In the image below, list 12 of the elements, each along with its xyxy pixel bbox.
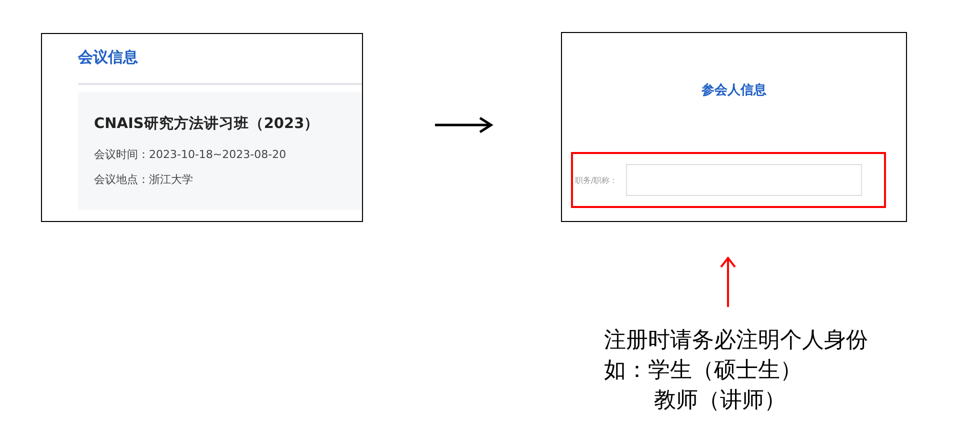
section-heading: 参会人信息: [702, 82, 766, 99]
section-heading: 会议信息: [78, 48, 138, 67]
up-arrow-icon: [720, 256, 736, 308]
conference-detail: 会议地点：浙江大学: [94, 172, 193, 187]
right-arrow-icon: [434, 117, 494, 133]
field-label: 职务/职称：: [575, 174, 618, 186]
input-field[interactable]: [626, 164, 862, 196]
conference-detail: 会议时间：2023-10-18~2023-08-20: [94, 147, 286, 162]
note-text: 教师（讲师）: [654, 387, 786, 415]
note-text: 如：学生（硕士生）: [604, 357, 802, 385]
note-text: 注册时请务必注明个人身份: [604, 327, 868, 355]
conference-title: CNAIS研究方法讲习班（2023）: [94, 114, 320, 133]
